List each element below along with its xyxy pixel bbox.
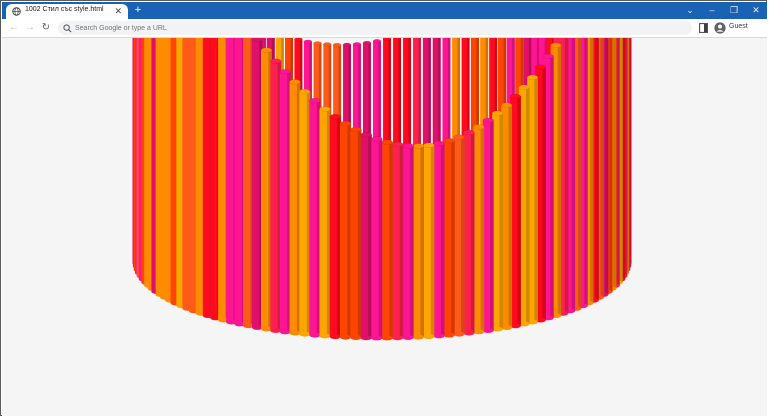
cylinder [423,142,435,340]
cylinder [279,69,291,335]
cylinder [482,117,494,333]
wave-cylinder-scene [132,38,632,341]
cylinder [391,141,404,341]
cylinder [309,97,321,338]
restore-button[interactable]: ❐ [726,4,742,17]
cylinder [433,140,445,339]
new-tab-button[interactable]: + [132,4,144,16]
cylinder [360,132,373,341]
avatar-icon [714,22,726,34]
cylinder [329,113,341,340]
profile-label: Guest [729,23,748,30]
tab-active[interactable]: 1002 Стил със style.html ✕ [6,4,128,19]
back-button[interactable]: ← [7,21,21,35]
cylinder [453,134,465,337]
cylinder [463,129,475,336]
minimize-button[interactable]: – [704,4,720,17]
page-viewport [2,38,767,416]
cylinder [260,47,273,332]
browser-window: 1002 Стил със style.html ✕ + ⌄ – ❐ ✕ ← →… [0,0,767,416]
cylinder [491,110,504,332]
cylinder [371,136,383,341]
cylinder [443,138,455,338]
cylinder [402,143,414,340]
cylinder [473,124,485,335]
forward-button[interactable]: → [23,21,37,35]
tab-close-icon[interactable]: ✕ [114,5,122,17]
cylinder [350,126,362,340]
cylinder [319,106,331,339]
cylinder [381,139,393,341]
cylinder [270,58,282,333]
globe-icon [12,7,21,16]
cylinder [339,120,352,340]
browser-toolbar: ← → ↻ Guest [2,19,767,38]
address-bar[interactable] [58,21,692,35]
tab-title: 1002 Стил със style.html [25,6,104,13]
cylinder [299,88,311,337]
reload-button[interactable]: ↻ [39,21,53,35]
cylinder [412,143,425,340]
cylinder [289,79,301,336]
close-window-button[interactable]: ✕ [748,4,764,17]
search-input[interactable] [75,22,665,34]
search-icon [63,24,72,33]
tab-search-icon[interactable]: ⌄ [682,4,698,17]
tab-strip: 1002 Стил със style.html ✕ + ⌄ – ❐ ✕ [2,2,767,19]
side-panel-icon[interactable] [699,23,708,33]
